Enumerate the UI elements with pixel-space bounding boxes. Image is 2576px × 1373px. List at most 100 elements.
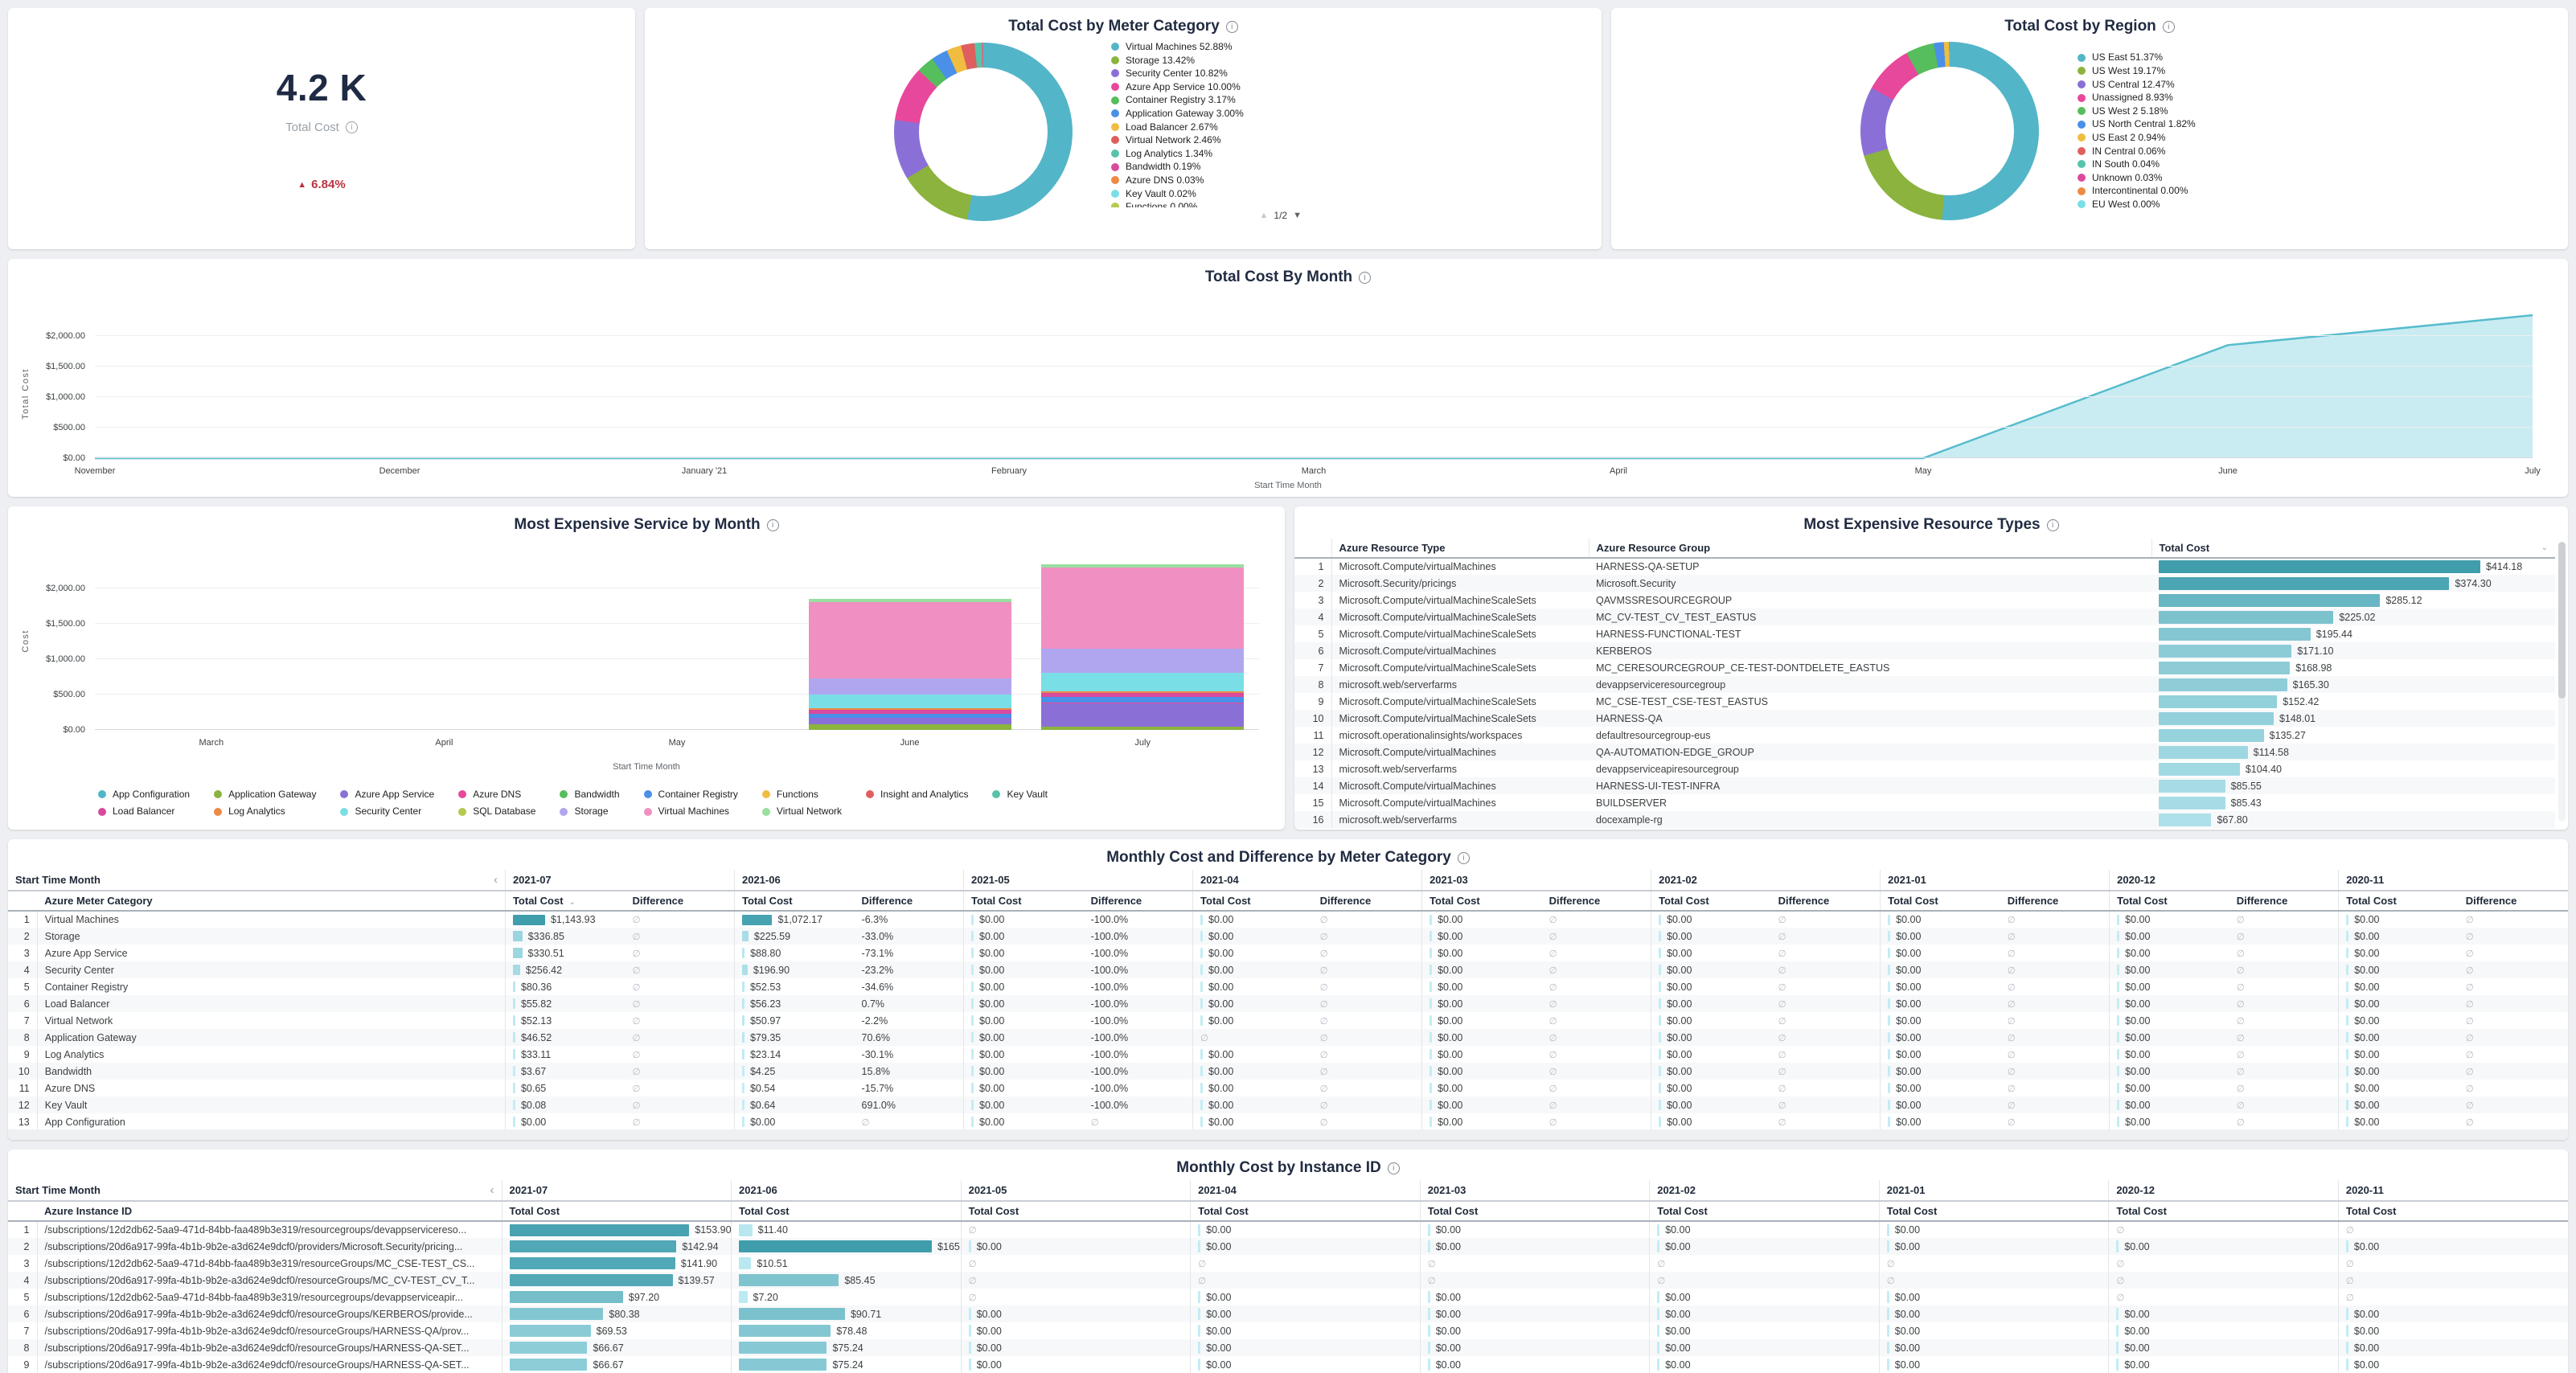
difference-header[interactable]: Difference: [2459, 891, 2568, 911]
legend-item[interactable]: US East 51.37%: [2078, 52, 2319, 63]
table-row[interactable]: 10Microsoft.Compute/virtualMachineScaleS…: [1294, 710, 2555, 727]
table-row[interactable]: 3Microsoft.Compute/virtualMachineScaleSe…: [1294, 592, 2555, 609]
table-row[interactable]: 12Key Vault$0.08∅$0.64691.0%$0.00-100.0%…: [8, 1096, 2568, 1113]
table-row[interactable]: 1Microsoft.Compute/virtualMachinesHARNES…: [1294, 558, 2555, 575]
bar-segment[interactable]: [1041, 697, 1244, 703]
legend-item[interactable]: Storage 13.42%: [1111, 55, 1352, 66]
table-row[interactable]: 13microsoft.web/serverfarmsdevappservice…: [1294, 760, 2555, 777]
total-cost-header[interactable]: Total Cost: [2110, 891, 2229, 911]
difference-header[interactable]: Difference: [626, 891, 735, 911]
total-cost-header[interactable]: Total Cost: [734, 891, 854, 911]
table-row[interactable]: 8/subscriptions/20d6a917-99fa-4b1b-9b2e-…: [8, 1339, 2568, 1356]
legend-item[interactable]: Security Center: [340, 806, 434, 817]
legend-item[interactable]: Key Vault 0.02%: [1111, 189, 1352, 199]
legend-item[interactable]: App Configuration: [98, 789, 190, 800]
table-row[interactable]: 1Virtual Machines$1,143.93∅$1,072.17-6.3…: [8, 911, 2568, 928]
table-row[interactable]: 9/subscriptions/20d6a917-99fa-4b1b-9b2e-…: [8, 1356, 2568, 1373]
legend-item[interactable]: Virtual Machines: [644, 806, 738, 817]
table-row[interactable]: 9Log Analytics$33.11∅$23.14-30.1%$0.00-1…: [8, 1046, 2568, 1063]
legend-item[interactable]: Intercontinental 0.00%: [2078, 186, 2319, 196]
table-row[interactable]: 4Security Center$256.42∅$196.90-23.2%$0.…: [8, 961, 2568, 978]
difference-header[interactable]: Difference: [2000, 891, 2110, 911]
total-cost-header[interactable]: Total Cost⌄: [505, 891, 625, 911]
table-row[interactable]: 16microsoft.web/serverfarmsdocexample-rg…: [1294, 811, 2555, 828]
table-row[interactable]: 3/subscriptions/12d2db62-5aa9-471d-84bb-…: [8, 1255, 2568, 1272]
legend-item[interactable]: Key Vault: [992, 789, 1047, 800]
table-row[interactable]: 4/subscriptions/20d6a917-99fa-4b1b-9b2e-…: [8, 1272, 2568, 1289]
legend-item[interactable]: Virtual Machines 52.88%: [1111, 42, 1352, 52]
legend-item[interactable]: Log Analytics: [214, 806, 316, 817]
legend-item[interactable]: Security Center 10.82%: [1111, 68, 1352, 79]
total-cost-header[interactable]: Total Cost: [2338, 1201, 2568, 1221]
difference-header[interactable]: Difference: [855, 891, 964, 911]
legend-item[interactable]: Container Registry 3.17%: [1111, 95, 1352, 105]
legend-item[interactable]: Application Gateway: [214, 789, 316, 800]
info-icon[interactable]: i: [346, 121, 358, 133]
difference-header[interactable]: Difference: [2229, 891, 2339, 911]
column-header-group[interactable]: Azure Resource Group: [1589, 539, 2151, 558]
region-donut[interactable]: [1860, 42, 2039, 220]
legend-item[interactable]: Functions 0.00%: [1111, 202, 1352, 207]
total-cost-header[interactable]: Total Cost: [1651, 891, 1771, 911]
bar-segment[interactable]: [1041, 649, 1244, 673]
legend-item[interactable]: EU West 0.00%: [2078, 199, 2319, 210]
legend-item[interactable]: Unassigned 8.93%: [2078, 92, 2319, 103]
legend-item[interactable]: Azure App Service 10.00%: [1111, 82, 1352, 92]
table-row[interactable]: 7Microsoft.Compute/virtualMachineScaleSe…: [1294, 659, 2555, 676]
table-row[interactable]: 2Storage$336.85∅$225.59-33.0%$0.00-100.0…: [8, 928, 2568, 945]
difference-header[interactable]: Difference: [1771, 891, 1881, 911]
bar-segment[interactable]: [809, 695, 1011, 708]
horizontal-scrollbar[interactable]: [8, 1129, 2568, 1140]
total-cost-header[interactable]: Total Cost: [1191, 1201, 1421, 1221]
table-row[interactable]: 8microsoft.web/serverfarmsdevappservicer…: [1294, 676, 2555, 693]
legend-item[interactable]: Virtual Network: [762, 806, 842, 817]
bar-segment[interactable]: [1041, 568, 1244, 649]
sort-chevron-icon[interactable]: ⌄: [569, 898, 576, 907]
legend-item[interactable]: Container Registry: [644, 789, 738, 800]
total-cost-header[interactable]: Total Cost: [1193, 891, 1313, 911]
table-row[interactable]: 11Azure DNS$0.65∅$0.54-15.7%$0.00-100.0%…: [8, 1080, 2568, 1096]
stacked-bar-chart[interactable]: $0.00$500.00$1,000.00$1,500.00$2,000.00M…: [95, 556, 1259, 730]
total-cost-header[interactable]: Total Cost: [732, 1201, 962, 1221]
table-row[interactable]: 1/subscriptions/12d2db62-5aa9-471d-84bb-…: [8, 1221, 2568, 1238]
bar-segment[interactable]: [1041, 727, 1244, 730]
total-cost-header[interactable]: Total Cost: [961, 1201, 1191, 1221]
table-row[interactable]: 8Application Gateway$46.52∅$79.3570.6%$0…: [8, 1029, 2568, 1046]
table-row[interactable]: 4Microsoft.Compute/virtualMachineScaleSe…: [1294, 609, 2555, 625]
legend-item[interactable]: US North Central 1.82%: [2078, 119, 2319, 129]
legend-item[interactable]: SQL Database: [458, 806, 535, 817]
legend-item[interactable]: Load Balancer: [98, 806, 190, 817]
meter-category-donut[interactable]: [894, 43, 1073, 221]
table-row[interactable]: 3Azure App Service$330.51∅$88.80-73.1%$0…: [8, 945, 2568, 961]
legend-item[interactable]: IN Central 0.06%: [2078, 146, 2319, 157]
chevron-left-icon[interactable]: ‹: [490, 1183, 494, 1197]
table-row[interactable]: 5Microsoft.Compute/virtualMachineScaleSe…: [1294, 625, 2555, 642]
legend-item[interactable]: Load Balancer 2.67%: [1111, 122, 1352, 133]
info-icon[interactable]: i: [1458, 852, 1470, 864]
total-cost-header[interactable]: Total Cost: [2109, 1201, 2339, 1221]
bar-segment[interactable]: [1041, 673, 1244, 691]
vertical-scrollbar[interactable]: [2558, 542, 2566, 822]
total-cost-header[interactable]: Total Cost: [1420, 1201, 1650, 1221]
total-cost-header[interactable]: Total Cost: [964, 891, 1084, 911]
legend-item[interactable]: Application Gateway 3.00%: [1111, 109, 1352, 119]
legend-item[interactable]: US East 2 0.94%: [2078, 133, 2319, 143]
stacked-bar[interactable]: [1041, 556, 1244, 730]
legend-item[interactable]: Virtual Network 2.46%: [1111, 135, 1352, 145]
page-up-icon[interactable]: ▲: [1260, 211, 1269, 220]
legend-item[interactable]: Storage: [560, 806, 619, 817]
sort-chevron-icon[interactable]: ⌄: [2541, 543, 2548, 552]
table-row[interactable]: 7Virtual Network$52.13∅$50.97-2.2%$0.00-…: [8, 1012, 2568, 1029]
table-row[interactable]: 2Microsoft.Security/pricingsMicrosoft.Se…: [1294, 575, 2555, 592]
table-row[interactable]: 6/subscriptions/20d6a917-99fa-4b1b-9b2e-…: [8, 1305, 2568, 1322]
bar-segment[interactable]: [809, 602, 1011, 678]
legend-item[interactable]: IN South 0.04%: [2078, 159, 2319, 170]
legend-item[interactable]: Insight and Analytics: [866, 789, 968, 800]
total-cost-header[interactable]: Total Cost: [502, 1201, 732, 1221]
table-row[interactable]: 14Microsoft.Compute/virtualMachinesHARNE…: [1294, 777, 2555, 794]
total-cost-header[interactable]: Total Cost: [2339, 891, 2459, 911]
stacked-bar[interactable]: [809, 556, 1011, 730]
table-row[interactable]: 7/subscriptions/20d6a917-99fa-4b1b-9b2e-…: [8, 1322, 2568, 1339]
area-chart[interactable]: $0.00$500.00$1,000.00$1,500.00$2,000.00N…: [95, 305, 2533, 458]
table-row[interactable]: 5/subscriptions/12d2db62-5aa9-471d-84bb-…: [8, 1289, 2568, 1305]
